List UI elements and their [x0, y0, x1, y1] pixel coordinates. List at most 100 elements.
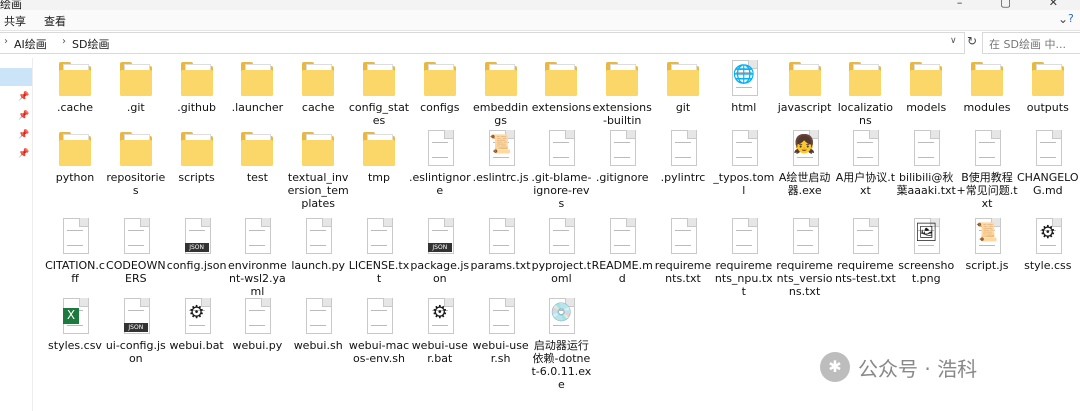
breadcrumb-sd-painting[interactable]: SD绘画 [72, 36, 109, 52]
file-item[interactable]: repositories [105, 128, 167, 197]
file-item[interactable]: configs [409, 58, 471, 114]
file-item[interactable]: textual_inversion_templates [287, 128, 349, 210]
close-button[interactable]: ✕ [1049, 0, 1058, 9]
file-item[interactable]: modules [956, 58, 1018, 114]
file-item[interactable]: ⚙ webui-user.bat [409, 296, 471, 365]
file-name: models [906, 101, 947, 114]
file-item[interactable]: JSON package.json [409, 216, 471, 285]
help-icon[interactable]: ? [1068, 12, 1078, 25]
file-item[interactable]: .pylintrc [652, 128, 714, 184]
file-item[interactable]: CITATION.cff [44, 216, 106, 285]
ribbon-expand-icon[interactable]: ⌄ [1058, 12, 1068, 26]
file-item[interactable]: .eslintignore [409, 128, 471, 197]
file-item[interactable]: tmp [348, 128, 410, 184]
file-item[interactable]: 🌐 html [713, 58, 775, 114]
file-item[interactable]: ⚙ webui.bat [166, 296, 228, 352]
file-item[interactable]: A用户协议.txt [834, 128, 896, 197]
file-item[interactable]: JSON ui-config.json [105, 296, 167, 365]
file-item[interactable]: ⚙ style.css [1017, 216, 1079, 272]
file-item[interactable]: config_states [348, 58, 410, 127]
file-item[interactable]: .github [166, 58, 228, 114]
file-name: textual_inversion_templates [287, 171, 349, 210]
file-name: CODEOWNERS [106, 259, 166, 285]
file-item[interactable]: scripts [166, 128, 228, 184]
folder-icon [481, 58, 521, 98]
file-item[interactable]: 👧 A绘世启动器.exe [774, 128, 836, 197]
file-item[interactable]: python [44, 128, 106, 184]
file-item[interactable]: outputs [1017, 58, 1079, 114]
file-name: requirements_versions.txt [776, 259, 833, 298]
file-item[interactable]: JSON config.json [166, 216, 228, 272]
file-name: webui.py [232, 339, 283, 352]
breadcrumb-separator-icon[interactable]: › [62, 36, 66, 47]
file-icon [237, 216, 277, 256]
address-history-icon[interactable]: ∨ [950, 36, 957, 46]
file-item[interactable]: bilibili@秋葉aaaki.txt [895, 128, 957, 197]
search-input[interactable]: 在 SD绘画 中... [982, 32, 1080, 54]
json-file-icon: JSON [420, 216, 460, 256]
folder-icon [967, 58, 1007, 98]
breadcrumb-ai-painting[interactable]: AI绘画 [14, 36, 47, 52]
file-item[interactable]: cache [287, 58, 349, 114]
file-item[interactable]: _typos.toml [713, 128, 775, 197]
file-item[interactable]: LICENSE.txt [348, 216, 410, 285]
file-item[interactable]: git [652, 58, 714, 114]
file-item[interactable]: params.txt [470, 216, 532, 272]
file-item[interactable]: CODEOWNERS [105, 216, 167, 285]
file-item[interactable]: extensions-builtin [591, 58, 653, 127]
address-bar[interactable]: › AI绘画 › SD绘画 ∨ [0, 32, 965, 54]
file-item[interactable]: .git [105, 58, 167, 114]
window-controls: – ▢ ✕ [957, 0, 1080, 9]
breadcrumb-separator-icon[interactable]: › [4, 36, 8, 47]
nav-selected-item[interactable] [0, 68, 32, 86]
file-item[interactable]: requirements.txt [652, 216, 714, 285]
folder-icon [55, 128, 95, 168]
watermark-text: 公众号 · 浩科 [858, 356, 978, 381]
file-item[interactable]: Xstyles.csv [44, 296, 106, 352]
file-item[interactable]: B使用教程+常见问题.txt [956, 128, 1018, 210]
file-name: .github [177, 101, 216, 114]
file-item[interactable]: 📜 script.js [956, 216, 1018, 272]
file-item[interactable]: test [226, 128, 288, 184]
minimize-button[interactable]: – [957, 0, 963, 9]
file-item[interactable]: 🖼 screenshot.png [895, 216, 957, 285]
file-name: .git [126, 101, 145, 114]
file-item[interactable]: .cache [44, 58, 106, 114]
file-item[interactable]: .launcher [226, 58, 288, 114]
ribbon: 共享 查看 ⌄ ? [0, 10, 1080, 31]
file-item[interactable]: 💿 启动器运行依赖-dotnet-6.0.11.exe [530, 296, 592, 391]
image-file-icon: 🖼 [906, 216, 946, 256]
file-name: .launcher [231, 101, 284, 114]
file-item[interactable]: webui.py [226, 296, 288, 352]
file-icon [967, 128, 1007, 168]
file-item[interactable]: environment-wsl2.yaml [226, 216, 288, 298]
file-item[interactable]: pyproject.toml [530, 216, 592, 285]
file-item[interactable]: requirements_npu.txt [713, 216, 775, 298]
file-item[interactable]: .gitignore [591, 128, 653, 184]
file-item[interactable]: CHANGELOG.md [1017, 128, 1079, 197]
file-item[interactable]: .git-blame-ignore-revs [530, 128, 592, 210]
tab-view[interactable]: 查看 [44, 13, 66, 29]
file-item[interactable]: models [895, 58, 957, 114]
file-name: environment-wsl2.yaml [228, 259, 287, 298]
maximize-button[interactable]: ▢ [1000, 0, 1010, 9]
file-item[interactable]: embeddings [470, 58, 532, 127]
file-item[interactable]: webui-user.sh [470, 296, 532, 365]
file-item[interactable]: requirements_versions.txt [774, 216, 836, 298]
file-item[interactable]: webui.sh [287, 296, 349, 352]
file-item[interactable]: javascript [774, 58, 836, 114]
file-item[interactable]: launch.py [287, 216, 349, 272]
refresh-icon[interactable]: ↻ [967, 34, 977, 48]
file-name: modules [963, 101, 1011, 114]
file-name: _typos.toml [713, 171, 775, 197]
file-item[interactable]: webui-macos-env.sh [348, 296, 410, 365]
file-item[interactable]: extensions [530, 58, 592, 114]
file-item[interactable]: README.md [591, 216, 653, 285]
file-item[interactable]: requirements-test.txt [834, 216, 896, 285]
file-item[interactable]: 📜 .eslintrc.js [470, 128, 532, 184]
file-name: webui.sh [293, 339, 343, 352]
file-icon [906, 128, 946, 168]
tab-share[interactable]: 共享 [4, 13, 26, 29]
file-item[interactable]: localizations [834, 58, 896, 127]
file-name: python [55, 171, 95, 184]
